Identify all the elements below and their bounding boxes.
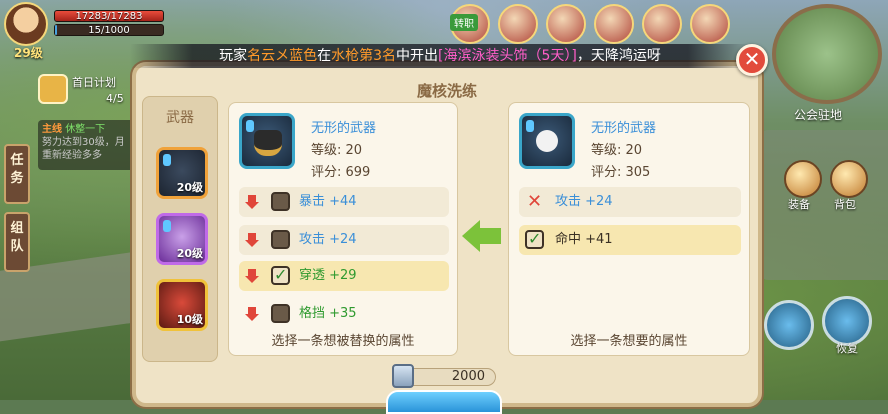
minimap[interactable]: [772, 4, 882, 104]
attr-row-block[interactable]: 格挡 +35: [239, 299, 449, 329]
refine-button[interactable]: [386, 390, 502, 414]
skill-button-2[interactable]: [822, 296, 872, 346]
pirate-hat-icon: [239, 113, 295, 169]
activity-icon-4[interactable]: [594, 4, 634, 44]
activity-icon-5[interactable]: [642, 4, 682, 44]
mp-text: 15/1000: [88, 25, 130, 36]
replace-hint: 选择一条想被替换的属性: [271, 334, 415, 349]
weapon-list: 武器 20级 20级 10级: [142, 96, 218, 362]
daily-plan-label: 首日计划: [72, 76, 116, 89]
item-level: 等级: 20: [591, 143, 643, 158]
item-score: 评分: 305: [591, 165, 651, 180]
quest-line-2: 重新经验多多: [42, 150, 102, 161]
announce-mid1: 在: [317, 48, 332, 64]
quest-name: 休整一下: [65, 124, 106, 135]
weapon-slot-1[interactable]: 20级: [156, 147, 208, 199]
gem-icon: [246, 120, 254, 132]
checkbox[interactable]: [271, 304, 290, 323]
announce-place: 水枪第3名: [331, 48, 397, 64]
dialog-title: 魔核洗练: [416, 82, 477, 100]
announce-mid2: 中开出: [396, 48, 439, 64]
crystal-currency-icon: [392, 364, 414, 388]
job-change-badge[interactable]: 转职: [450, 14, 478, 31]
hp-bar: 17283/17283: [54, 10, 164, 22]
down-arrow-icon: [245, 307, 259, 321]
gem-icon: [163, 220, 171, 232]
guild-label[interactable]: 公会驻地: [794, 106, 842, 123]
tab-team[interactable]: 组队: [4, 212, 30, 272]
player-avatar[interactable]: [4, 2, 48, 46]
equipment-label: 装备: [788, 198, 810, 211]
want-hint: 选择一条想要的属性: [570, 334, 688, 349]
item-name: 无形的武器: [591, 121, 657, 136]
attr-label: 命中 +41: [555, 232, 613, 247]
gem-icon: [526, 120, 534, 132]
mp-bar: 15/1000: [54, 24, 164, 36]
daily-plan-icon[interactable]: [38, 74, 68, 104]
current-item-panel: 无形的武器 等级: 20 评分: 699 暴击 +44 攻击 +24 穿透 +2…: [228, 102, 458, 356]
top-activity-icons: [450, 4, 730, 44]
activity-icon-3[interactable]: [546, 4, 586, 44]
attr-row-penetrate[interactable]: 穿透 +29: [239, 260, 449, 291]
announce-prefix: 玩家: [219, 48, 248, 64]
down-arrow-icon: [245, 269, 259, 283]
attr-row-crit[interactable]: 暴击 +44: [239, 187, 449, 217]
skull-icon: [519, 113, 575, 169]
building: [760, 130, 888, 280]
announce-item: [海滨泳装头饰（5天）]: [438, 48, 577, 64]
checkbox[interactable]: [271, 192, 290, 211]
item-level: 等级: 20: [311, 143, 363, 158]
swap-arrow-icon: [462, 220, 502, 252]
tab-task[interactable]: 任务: [4, 144, 30, 204]
bag-label: 背包: [834, 198, 856, 211]
attr-label: 攻击 +24: [555, 194, 613, 209]
weapon-slot-level: 20级: [176, 181, 203, 194]
skill-button-1[interactable]: [764, 300, 814, 350]
announcement-banner: 玩家名云メ蓝色在水枪第3名中开出[海滨泳装头饰（5天）]，天降鸿运呀: [130, 44, 750, 68]
weapon-slot-level: 10级: [176, 313, 203, 326]
down-arrow-icon: [245, 195, 259, 209]
attr-row-attack[interactable]: ✕ 攻击 +24: [519, 187, 741, 217]
hp-text: 17283/17283: [75, 11, 143, 22]
attr-label: 格挡 +35: [299, 306, 357, 321]
down-arrow-icon: [245, 233, 259, 247]
checkbox-checked[interactable]: [525, 224, 544, 254]
item-score: 评分: 699: [311, 165, 371, 180]
cross-icon: ✕: [527, 191, 543, 212]
quest-tag: 主线: [42, 124, 62, 135]
item-name: 无形的武器: [311, 121, 377, 136]
checkbox[interactable]: [271, 230, 290, 249]
weapon-slot-2[interactable]: 20级: [156, 213, 208, 265]
announce-suffix: ，天降鸿运呀: [576, 48, 661, 64]
attr-label: 攻击 +24: [299, 232, 357, 247]
activity-icon-6[interactable]: [690, 4, 730, 44]
weapon-slot-3[interactable]: 10级: [156, 279, 208, 331]
close-button[interactable]: ✕: [736, 44, 768, 76]
equipment-button-icon[interactable]: [784, 160, 822, 198]
new-item-panel: 无形的武器 等级: 20 评分: 305 ✕ 攻击 +24 命中 +41 选择一…: [508, 102, 750, 356]
close-icon: ✕: [743, 47, 761, 71]
weapon-header: 武器: [166, 110, 194, 126]
weapon-slot-level: 20级: [176, 247, 203, 260]
announce-player: 名云メ蓝色: [247, 48, 318, 64]
attr-label: 穿透 +29: [299, 268, 357, 283]
quest-line-1: 努力达到30级，月: [42, 137, 125, 148]
bag-button-icon[interactable]: [830, 160, 868, 198]
activity-icon-2[interactable]: [498, 4, 538, 44]
gem-icon: [163, 154, 171, 166]
recover-label: 恢复: [836, 342, 858, 355]
quest-tracker[interactable]: 主线 休整一下 努力达到30级，月 重新经验多多: [38, 120, 138, 170]
checkbox-checked[interactable]: [271, 260, 290, 290]
daily-plan-count: 4/5: [106, 92, 124, 105]
player-level: 29级: [14, 46, 43, 60]
attr-row-attack[interactable]: 攻击 +24: [239, 225, 449, 255]
attr-row-hit[interactable]: 命中 +41: [519, 224, 741, 255]
attr-label: 暴击 +44: [299, 194, 357, 209]
